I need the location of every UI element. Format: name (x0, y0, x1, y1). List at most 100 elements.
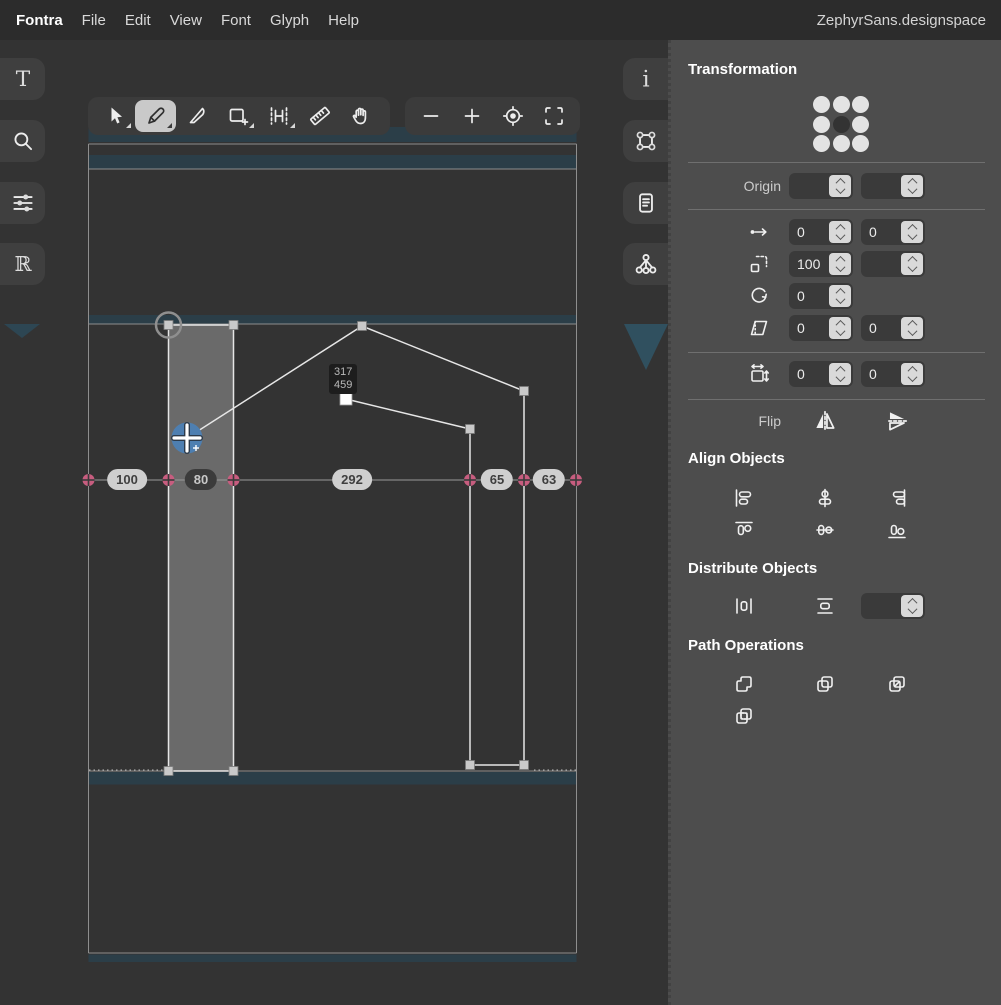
distribute-objects-title: Distribute Objects (688, 560, 1001, 577)
distribute-value-input[interactable] (861, 593, 925, 619)
sidebar-tab-designspace-navigation[interactable] (0, 182, 45, 224)
stepper[interactable] (901, 317, 923, 339)
menu-view[interactable]: View (170, 12, 202, 29)
sidebar-tab-selection-transformation[interactable] (623, 120, 668, 162)
hand-tool-button[interactable] (340, 100, 381, 132)
sidebar-tab-text-entry[interactable]: T (0, 58, 45, 100)
coordinate-tooltip: 317 459 (329, 364, 357, 394)
origin-cell-middle-left[interactable] (813, 116, 830, 133)
path-intersect-button[interactable] (883, 671, 911, 697)
origin-cell-bottom-right[interactable] (852, 135, 869, 152)
skew-y-input[interactable]: 0 (861, 315, 925, 341)
align-top-button[interactable] (730, 517, 758, 543)
sidebar-tab-glyph-info[interactable]: i (623, 58, 668, 100)
svg-text:i: i (642, 67, 649, 92)
stepper[interactable] (901, 175, 923, 197)
selected-node[interactable] (340, 393, 352, 405)
pointer-tool-button[interactable] (94, 100, 135, 132)
menu-help[interactable]: Help (328, 12, 359, 29)
stepper[interactable] (901, 595, 923, 617)
translate-x-input[interactable]: 0 (789, 219, 853, 245)
glyph-editing-surface[interactable] (0, 40, 668, 1005)
stepper[interactable] (829, 253, 851, 275)
origin-cell-center-selected[interactable] (833, 116, 850, 133)
origin-y-input[interactable] (861, 173, 925, 199)
zoom-out-button[interactable] (411, 100, 452, 132)
ruler-tool-button[interactable] (299, 100, 340, 132)
menu-file[interactable]: File (82, 12, 106, 29)
stepper[interactable] (829, 317, 851, 339)
tab-shadow-decor-large (624, 324, 668, 370)
align-bottom-icon (885, 518, 909, 542)
align-middle-horizontally-button[interactable] (811, 517, 839, 543)
rotate-row: 0 (671, 283, 1001, 309)
origin-cell-top-center[interactable] (833, 96, 850, 113)
text-entry-icon: T (10, 66, 36, 92)
distribute-vertically-button[interactable] (811, 593, 839, 619)
knife-tool-button[interactable] (176, 100, 217, 132)
scale-y-input[interactable] (861, 251, 925, 277)
stepper[interactable] (829, 285, 851, 307)
skew-row: 0 0 (671, 315, 1001, 341)
origin-cell-top-right[interactable] (852, 96, 869, 113)
metric-zones (89, 127, 577, 962)
align-bottom-button[interactable] (883, 517, 911, 543)
stepper[interactable] (901, 363, 923, 385)
sidebar-tab-related-glyphs[interactable] (623, 243, 668, 285)
reference-font-icon: ℝ (10, 251, 36, 277)
path-union-button[interactable] (730, 671, 758, 697)
zoom-in-button[interactable] (452, 100, 493, 132)
metric-lines (89, 144, 577, 953)
align-left-button[interactable] (730, 485, 758, 511)
sidebar-tab-glyph-note[interactable] (623, 182, 668, 224)
align-top-icon (732, 518, 756, 542)
distribute-horizontally-button[interactable] (730, 593, 758, 619)
skew-icon (747, 316, 771, 340)
coordinate-x: 317 (334, 366, 352, 379)
power-ruler-tool-button[interactable] (258, 100, 299, 132)
power-ruler-icon (267, 104, 291, 128)
dimensions-row: 0 0 (671, 361, 1001, 387)
stepper[interactable] (829, 221, 851, 243)
zoom-to-selection-button[interactable] (493, 100, 534, 132)
stepper[interactable] (829, 363, 851, 385)
rotate-input[interactable]: 0 (789, 283, 853, 309)
origin-cell-bottom-left[interactable] (813, 135, 830, 152)
path-operations-title: Path Operations (688, 637, 1001, 654)
dimension-y-input[interactable]: 0 (861, 361, 925, 387)
origin-cell-top-left[interactable] (813, 96, 830, 113)
stepper[interactable] (829, 175, 851, 197)
flip-horizontal-button[interactable] (811, 408, 839, 434)
zoom-fit-button[interactable] (533, 100, 574, 132)
align-right-button[interactable] (883, 485, 911, 511)
sidebar-tab-glyph-search[interactable] (0, 120, 45, 162)
path-operations-row-2 (671, 703, 1001, 727)
origin-x-input[interactable] (789, 173, 853, 199)
shape-tool-button[interactable] (217, 100, 258, 132)
pen-tool-button[interactable] (135, 100, 176, 132)
menu-font[interactable]: Font (221, 12, 251, 29)
scale-x-input[interactable]: 100 (789, 251, 853, 277)
stepper[interactable] (901, 221, 923, 243)
dimension-x-input[interactable]: 0 (789, 361, 853, 387)
path-subtract-button[interactable] (811, 671, 839, 697)
glyph-canvas[interactable]: 100 80 292 65 63 317 459 (0, 40, 668, 1005)
stepper[interactable] (901, 253, 923, 275)
origin-cell-bottom-center[interactable] (833, 135, 850, 152)
divider (688, 162, 985, 163)
menu-edit[interactable]: Edit (125, 12, 151, 29)
selected-stem-contour[interactable] (169, 325, 234, 771)
transform-bounds-icon (633, 128, 659, 154)
flip-vertical-button[interactable] (883, 408, 911, 434)
measurement-pill-selected: 80 (185, 469, 217, 490)
align-center-vertically-button[interactable] (811, 485, 839, 511)
sidebar-tab-reference-font[interactable]: ℝ (0, 243, 45, 285)
app-name[interactable]: Fontra (16, 12, 63, 29)
skew-x-input[interactable]: 0 (789, 315, 853, 341)
divider (688, 209, 985, 210)
path-exclude-button[interactable] (730, 703, 758, 729)
translate-y-input[interactable]: 0 (861, 219, 925, 245)
intersect-icon (885, 672, 909, 696)
menu-glyph[interactable]: Glyph (270, 12, 309, 29)
origin-cell-middle-right[interactable] (852, 116, 869, 133)
